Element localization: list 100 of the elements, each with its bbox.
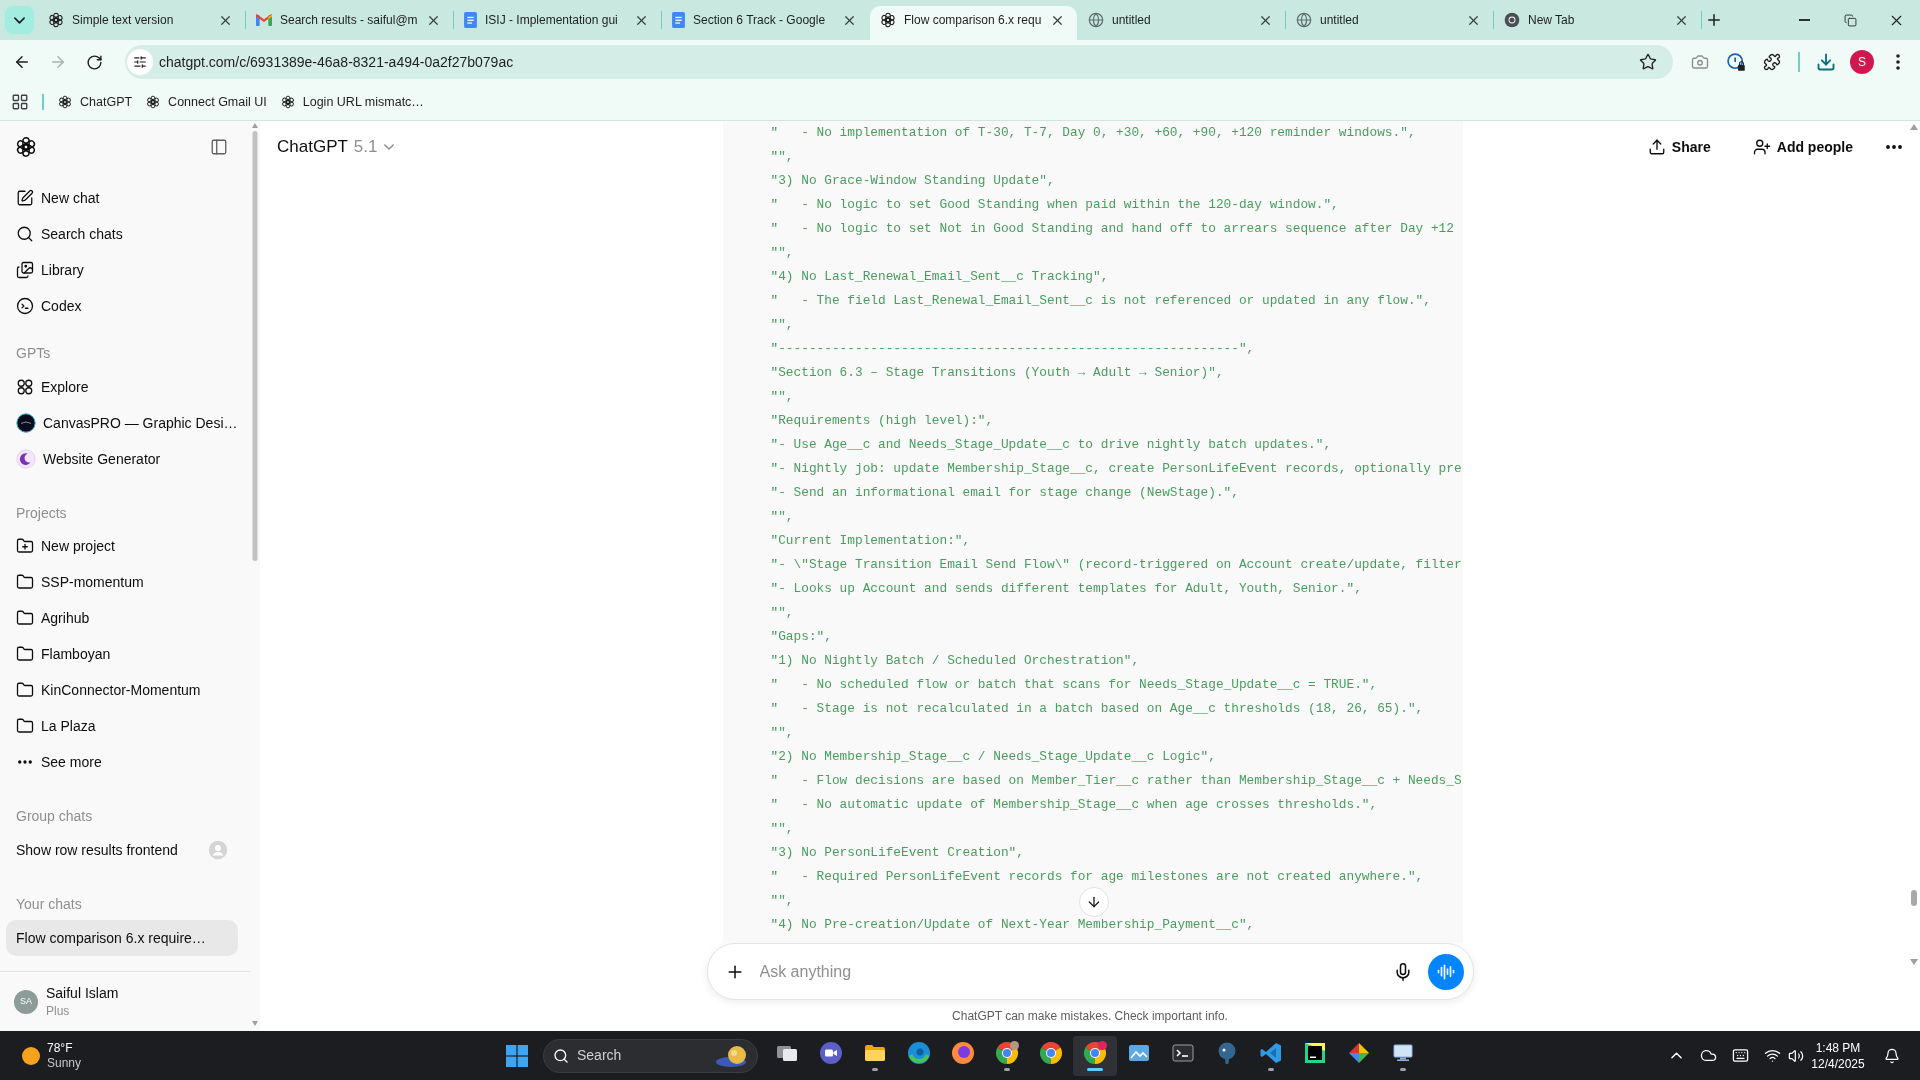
code-line: "Section 6.3 – Stage Transitions (Youth → Adult → Senior)",	[770, 364, 1224, 382]
sidebar-item[interactable]: Explore	[6, 369, 244, 405]
sun-icon[interactable]	[21, 1045, 41, 1066]
download-icon[interactable]	[1816, 52, 1836, 72]
sidebar-item[interactable]: SSP-momentum	[6, 564, 244, 600]
chat-item[interactable]: Flow comparison 6.x require…	[6, 920, 238, 956]
four-circles-icon	[16, 378, 34, 396]
code-line: " - Flow decisions are based on Member_Tier__c rather than Membership_Stage__c + Needs_S	[770, 772, 1462, 790]
puzzle-icon[interactable]	[1763, 53, 1781, 71]
tab[interactable]: New Tab	[1494, 6, 1701, 40]
disc-icon	[16, 413, 36, 433]
code-line: "Gaps:",	[770, 628, 832, 646]
segmented-ring-icon	[995, 1040, 1019, 1065]
sidebar-item[interactable]: Website Generator	[6, 441, 244, 477]
code-line: "- Use Age__c and Needs_Stage_Update__c to drive nightly batch updates.",	[770, 436, 1332, 454]
code-line: "",	[770, 724, 794, 742]
folder-icon	[16, 645, 34, 663]
site-info-button[interactable]	[127, 49, 153, 75]
tab[interactable]: Flow comparison 6.x requ	[870, 6, 1077, 40]
sidebar-item[interactable]: See more	[6, 744, 244, 780]
address-bar[interactable]: chatgpt.com/c/6931389e-46a8-8321-a494-0a2f27b079ac	[125, 45, 1673, 79]
code-line: " - Required PersonLifeEvent records for age milestones are not created anywhere.",	[770, 868, 1424, 886]
menu-icon[interactable]	[1896, 54, 1900, 70]
sidebar-item[interactable]: Flamboyan	[6, 636, 244, 672]
user-plus-icon	[1752, 138, 1771, 156]
flower-logo-icon	[58, 95, 72, 109]
code-line: "",	[770, 316, 794, 334]
model-selector[interactable]: ChatGPT 5.1	[277, 134, 394, 160]
wifi-icon[interactable]	[1763, 1047, 1781, 1064]
section-heading: Group chats	[15, 806, 94, 826]
reload-icon[interactable]	[85, 53, 103, 71]
chat-item[interactable]: Show row results frontend	[6, 832, 238, 868]
swirl-icon	[907, 1040, 931, 1065]
sidebar-toggle-icon[interactable]	[210, 138, 228, 156]
sidebar-item[interactable]: Search chats	[6, 216, 244, 252]
circle-lock-icon[interactable]	[1726, 52, 1746, 72]
pencil-square-icon	[16, 189, 34, 207]
chevron-down-icon	[13, 16, 25, 24]
message-field[interactable]: Ask anything	[706, 943, 1474, 1000]
code-line: "------------------------------------------------------------",	[770, 340, 1255, 358]
restore-icon[interactable]	[1843, 13, 1857, 27]
sidebar-item[interactable]: Codex	[6, 288, 244, 324]
crescent-icon	[16, 449, 36, 469]
sidebar-item[interactable]: La Plaza	[6, 708, 244, 744]
segmented-ring-icon	[1083, 1040, 1107, 1065]
grid-icon[interactable]	[11, 93, 29, 111]
sidebar-item[interactable]: Library	[6, 252, 244, 288]
four-squares-icon[interactable]	[506, 1044, 528, 1067]
tab[interactable]: untitled	[1286, 6, 1493, 40]
message-input[interactable]: Ask anything	[759, 951, 1383, 992]
star-icon[interactable]	[1639, 53, 1657, 71]
share-button[interactable]: Share	[1637, 129, 1721, 165]
tab[interactable]: untitled	[1078, 6, 1285, 40]
voice-button[interactable]	[1427, 953, 1464, 990]
sliders-icon	[133, 55, 147, 69]
sidebar-item[interactable]: New chat	[6, 180, 244, 216]
folder-plus-icon	[16, 537, 34, 555]
person-icon	[208, 840, 228, 860]
sidebar-item[interactable]: New project	[6, 528, 244, 564]
add-people-button[interactable]: Add people	[1742, 129, 1863, 165]
sidebar-item[interactable]: KinConnector-Momentum	[6, 672, 244, 708]
speaker-icon[interactable]	[1788, 1047, 1804, 1064]
code-line: "2) No Membership_Stage__c / Needs_Stage_Update__c Logic",	[770, 748, 1216, 766]
flower-logo-icon[interactable]	[15, 136, 37, 158]
sidebar-item[interactable]: CanvasPRO — Graphic Desi…	[6, 405, 244, 441]
angle-logo-icon	[1259, 1040, 1283, 1065]
tab[interactable]: Search results - saiful@m	[246, 6, 453, 40]
document-icon	[672, 12, 685, 28]
sidebar-item[interactable]: Agrihub	[6, 600, 244, 636]
tab-search-button[interactable]	[4, 6, 34, 34]
code-line: "- Nightly job: update Membership_Stage__c, create PersonLifeEvent records, optionally pre	[770, 460, 1462, 478]
chevron-up-icon[interactable]	[1670, 1052, 1682, 1059]
bell-icon[interactable]	[1884, 1047, 1900, 1064]
section-heading: Your chats	[15, 894, 83, 914]
plan-label: Plus	[46, 1002, 71, 1020]
bookmark[interactable]: ChatGPT	[51, 88, 140, 116]
tab[interactable]: ISIJ - Implementation gui	[454, 6, 661, 40]
keyboard-icon[interactable]	[1731, 1047, 1749, 1064]
more-icon[interactable]	[1886, 145, 1902, 149]
plus-icon[interactable]	[1705, 11, 1723, 29]
code-line: "",	[770, 244, 794, 262]
cloud-icon[interactable]	[1699, 1047, 1717, 1064]
tab[interactable]: Simple text version	[38, 6, 245, 40]
clock-time: 1:48 PM	[1815, 1039, 1861, 1056]
bookmark[interactable]: Login URL mismatc…	[273, 88, 431, 116]
search-icon	[553, 1047, 569, 1064]
taskbar-app-button[interactable]	[1073, 1035, 1117, 1076]
code-line: "1) No Nightly Batch / Scheduled Orchestration",	[770, 652, 1140, 670]
code-line: "4) No Last_Renewal_Email_Sent__c Tracking",	[770, 268, 1109, 286]
code-line: "3) No PersonLifeEvent Creation",	[770, 844, 1024, 862]
camera-icon[interactable]	[1691, 53, 1709, 71]
code-line: "3) No Grace-Window Standing Update",	[770, 172, 1055, 190]
taskbar-search[interactable]: Search	[543, 1038, 758, 1073]
profile-avatar[interactable]: S	[1850, 50, 1874, 74]
scroll-down-button[interactable]	[1078, 887, 1109, 917]
section-heading: GPTs	[15, 343, 52, 363]
code-line: "- \"Stage Transition Email Send Flow\" (record-triggered on Account create/update, filter	[770, 556, 1462, 574]
tab[interactable]: Section 6 Track - Google	[662, 6, 869, 40]
minimize-icon[interactable]	[1798, 19, 1810, 21]
bookmark[interactable]: Connect Gmail UI	[139, 88, 274, 116]
